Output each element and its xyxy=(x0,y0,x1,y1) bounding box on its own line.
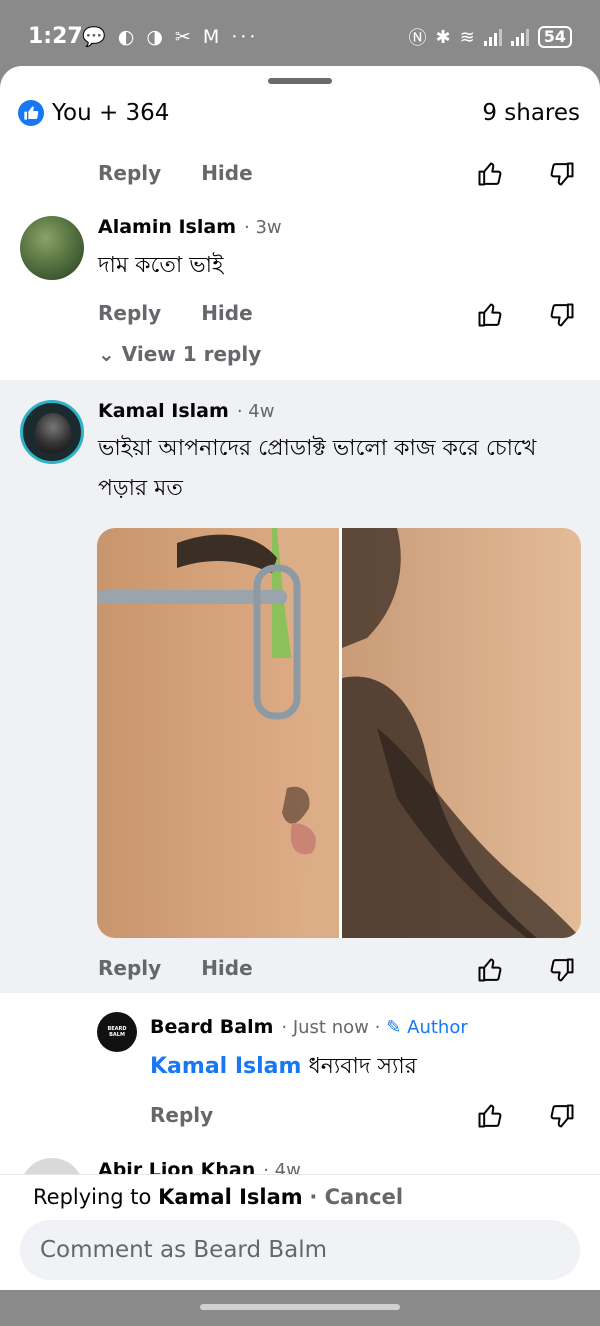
reply-button[interactable]: Reply xyxy=(150,1103,213,1127)
commenter-name[interactable]: Kamal Islam · 4w xyxy=(98,400,274,422)
replying-to-name: Kamal Islam xyxy=(158,1185,303,1209)
comment-photo[interactable] xyxy=(97,528,581,938)
status-time: 1:27 xyxy=(28,24,83,49)
home-gesture-bar[interactable] xyxy=(200,1304,400,1310)
thumbs-down-icon[interactable] xyxy=(548,301,576,329)
reaction-count: You + 364 xyxy=(52,100,170,126)
reply-text: Kamal Islam ধন্যবাদ স্যার xyxy=(150,1054,417,1079)
vote-buttons xyxy=(476,956,576,984)
reply-button[interactable]: Reply xyxy=(98,161,161,185)
battery-icon: 54 xyxy=(537,26,572,48)
comment-time: · 4w xyxy=(236,401,275,422)
signal-icon xyxy=(483,28,502,46)
nfc-icon: Ⓝ xyxy=(408,28,427,49)
thumbs-down-icon[interactable] xyxy=(548,160,576,188)
hide-button[interactable]: Hide xyxy=(201,956,252,980)
commenter-name[interactable]: Beard Balm · Just now · ✎ Author xyxy=(150,1016,468,1038)
avatar-silhouette xyxy=(35,413,71,453)
page-avatar[interactable]: BEARD BALM xyxy=(97,1012,137,1052)
comment-input-container[interactable] xyxy=(20,1220,580,1280)
logo-text: BEARD BALM xyxy=(107,1026,127,1038)
before-after-beard-photo xyxy=(97,528,581,938)
like-reaction-icon xyxy=(18,100,44,126)
hide-button[interactable]: Hide xyxy=(201,161,252,185)
avatar[interactable] xyxy=(20,400,84,464)
reaction-summary[interactable]: You + 364 xyxy=(18,100,169,126)
comment-actions: Reply Hide xyxy=(98,298,293,328)
comment-time: · 3w xyxy=(244,217,282,238)
comment-input[interactable] xyxy=(20,1220,580,1280)
notification-icons: 💬 ◐ ◑ ✂ M ··· xyxy=(82,26,259,48)
thumbs-up-icon[interactable] xyxy=(476,1102,504,1130)
signal-icon-2 xyxy=(510,28,529,46)
wifi-icon: ≋ xyxy=(459,26,475,48)
share-count[interactable]: 9 shares xyxy=(482,100,580,126)
view-replies-button[interactable]: ⌄ View 1 reply xyxy=(98,342,261,366)
comment-text: ভাইয়া আপনাদের প্রোডাক্ট ভালো কাজ করে চো… xyxy=(98,436,537,501)
pencil-icon: ✎ xyxy=(386,1017,402,1038)
thumbs-up-icon[interactable] xyxy=(476,160,504,188)
chevron-down-icon: ⌄ xyxy=(98,342,122,366)
comment-actions: Reply Hide xyxy=(98,158,293,188)
reply-button[interactable]: Reply xyxy=(98,301,161,325)
bluetooth-icon: ✱ xyxy=(435,26,451,48)
cancel-reply-button[interactable]: · Cancel xyxy=(309,1185,403,1209)
comment-time: · Just now · xyxy=(281,1017,381,1038)
system-icons: Ⓝ ✱ ≋ 54 xyxy=(409,24,572,50)
hide-button[interactable]: Hide xyxy=(201,301,252,325)
mention-link[interactable]: Kamal Islam xyxy=(150,1054,301,1079)
thumbs-down-icon[interactable] xyxy=(548,1102,576,1130)
thumbs-up-icon[interactable] xyxy=(476,956,504,984)
avatar[interactable] xyxy=(20,216,84,280)
comment-text: দাম কতো ভাই xyxy=(98,253,224,278)
thumbs-up-icon[interactable] xyxy=(476,301,504,329)
author-badge: ✎ Author xyxy=(386,1017,468,1038)
commenter-name[interactable]: Alamin Islam · 3w xyxy=(98,216,282,238)
drag-handle[interactable] xyxy=(268,78,332,84)
reply-button[interactable]: Reply xyxy=(98,956,161,980)
vote-buttons xyxy=(476,1102,576,1130)
reply-composer: Replying to Kamal Islam · Cancel xyxy=(0,1174,600,1290)
comment-actions: Reply Hide xyxy=(98,953,293,983)
status-bar: 1:27 💬 ◐ ◑ ✂ M ··· Ⓝ ✱ ≋ 54 xyxy=(0,0,600,72)
comments-sheet: You + 364 9 shares Reply Hide Alamin Isl… xyxy=(0,66,600,1290)
thumbs-down-icon[interactable] xyxy=(548,956,576,984)
system-nav-bar xyxy=(0,1290,600,1326)
replying-indicator: Replying to Kamal Islam · Cancel xyxy=(33,1185,404,1209)
vote-buttons xyxy=(476,301,576,329)
reply-actions: Reply xyxy=(150,1100,253,1130)
vote-buttons xyxy=(476,160,576,188)
